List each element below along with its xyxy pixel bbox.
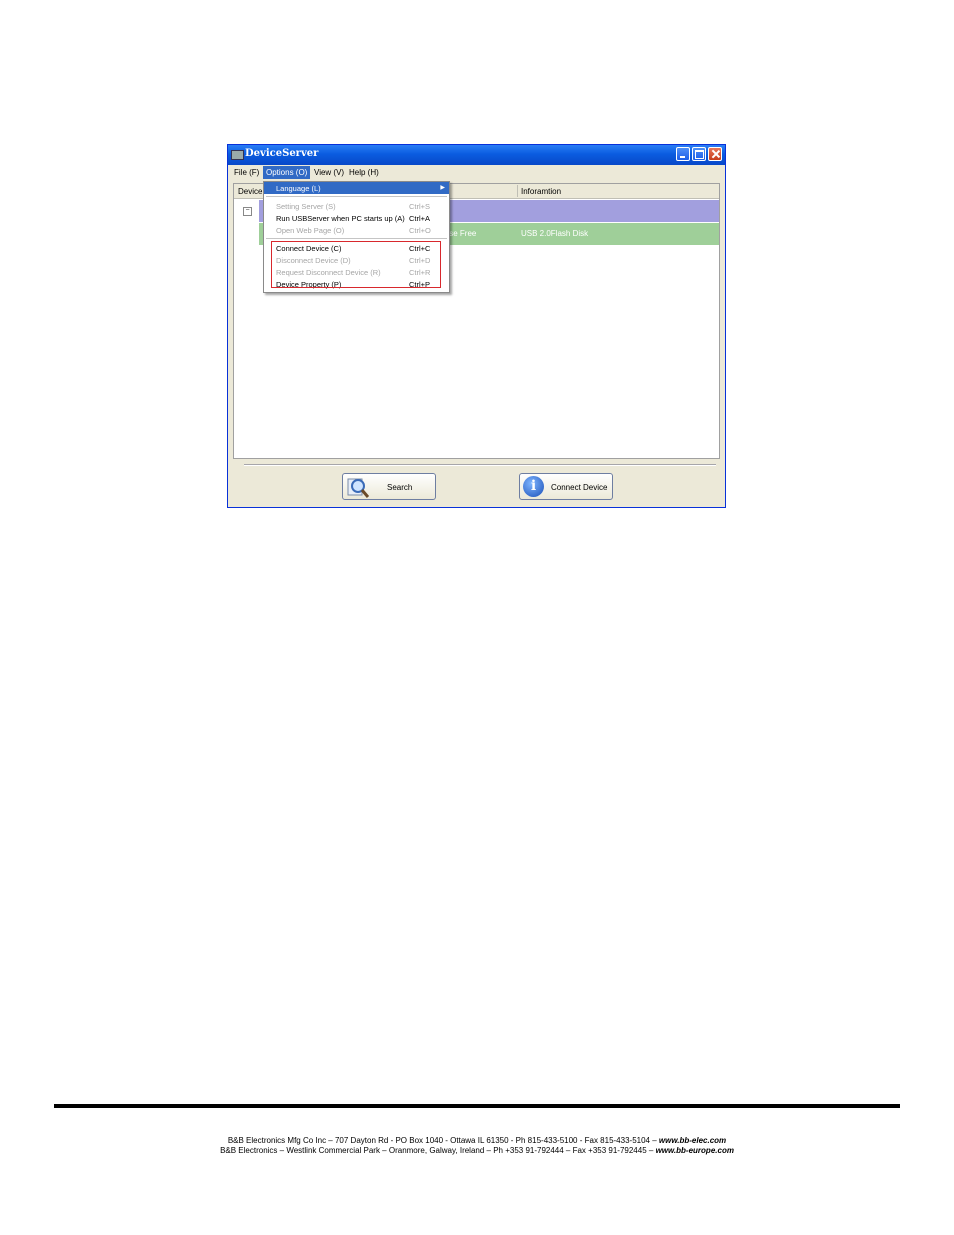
device-information: USB 2.0Flash Disk — [521, 229, 589, 238]
search-button[interactable]: Search — [342, 473, 436, 500]
menu-separator — [266, 238, 447, 239]
window-title: DeviceServer — [245, 148, 319, 159]
maximize-button[interactable] — [692, 147, 706, 161]
menu-item-language[interactable]: Language (L) ▶ — [264, 182, 449, 194]
menu-item-setting-server[interactable]: Setting Server (S) Ctrl+S — [264, 200, 449, 212]
menu-item-run-on-startup[interactable]: Run USBServer when PC starts up (A) Ctrl… — [264, 212, 449, 224]
menu-item-label: Language (L) — [276, 184, 321, 193]
deviceserver-window: DeviceServer File (F) Options (O) View (… — [227, 144, 726, 508]
column-information[interactable]: Inforamtion — [521, 187, 561, 196]
menu-options[interactable]: Options (O) — [263, 166, 311, 179]
menu-item-label: Setting Server (S) — [276, 202, 336, 211]
menu-file[interactable]: File (F) — [234, 168, 259, 177]
connect-device-button[interactable]: i Connect Device — [519, 473, 613, 500]
menu-view[interactable]: View (V) — [314, 168, 344, 177]
footer-address-us: B&B Electronics Mfg Co Inc – 707 Dayton … — [227, 1136, 659, 1145]
close-button[interactable] — [708, 147, 722, 161]
menu-item-open-web-page[interactable]: Open Web Page (O) Ctrl+O — [264, 224, 449, 236]
column-separator[interactable] — [517, 185, 518, 197]
menu-help[interactable]: Help (H) — [349, 168, 379, 177]
menu-item-shortcut: Ctrl+A — [409, 214, 431, 223]
footer-address-europe: B&B Electronics – Westlink Commercial Pa… — [220, 1146, 656, 1155]
app-icon — [231, 150, 244, 160]
magnifier-icon — [347, 478, 369, 498]
column-device[interactable]: Device — [238, 187, 262, 196]
footer-rule — [54, 1104, 900, 1108]
tree-collapse-toggle[interactable]: − — [243, 207, 252, 216]
connect-device-button-label: Connect Device — [551, 483, 608, 492]
footer-line-1: B&B Electronics Mfg Co Inc – 707 Dayton … — [0, 1136, 954, 1145]
divider — [244, 464, 716, 466]
info-icon: i — [523, 476, 544, 497]
menu-item-label: Open Web Page (O) — [276, 226, 345, 235]
minimize-button[interactable] — [676, 147, 690, 161]
menu-bar: File (F) Options (O) View (V) Help (H) — [228, 165, 725, 181]
menu-item-shortcut: Ctrl+O — [409, 226, 431, 235]
highlight-box — [271, 241, 441, 288]
menu-separator — [266, 196, 447, 197]
footer-link-europe[interactable]: www.bb-europe.com — [656, 1146, 734, 1155]
options-dropdown-menu: Language (L) ▶ Setting Server (S) Ctrl+S… — [263, 181, 450, 293]
submenu-arrow-icon: ▶ — [440, 185, 445, 191]
search-button-label: Search — [387, 483, 413, 492]
footer-line-2: B&B Electronics – Westlink Commercial Pa… — [0, 1146, 954, 1155]
menu-item-label: Run USBServer when PC starts up (A) — [276, 214, 405, 223]
title-bar[interactable]: DeviceServer — [228, 145, 725, 165]
footer-link-us[interactable]: www.bb-elec.com — [659, 1136, 726, 1145]
menu-item-shortcut: Ctrl+S — [409, 202, 431, 211]
